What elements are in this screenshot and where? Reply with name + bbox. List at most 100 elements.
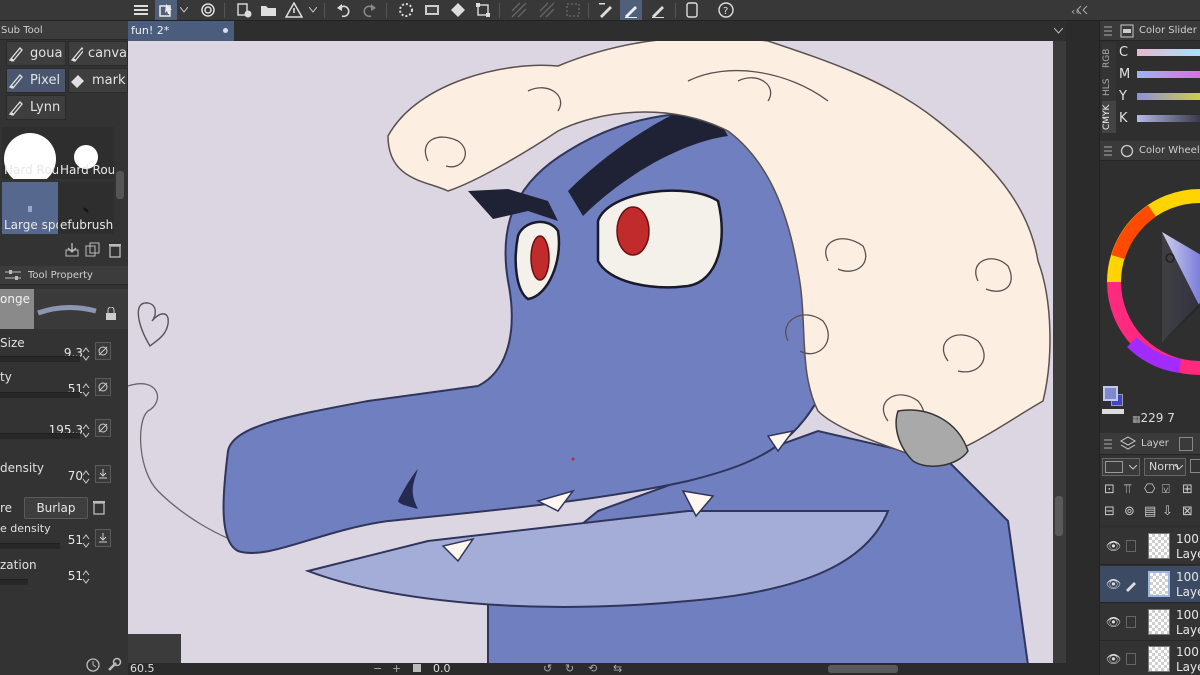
opacity-dynamics-icon[interactable] — [95, 378, 111, 396]
zoom-out-icon[interactable]: − — [373, 663, 382, 675]
prop-brush-density[interactable]: 195.3 — [0, 411, 128, 445]
merge-icon[interactable]: ⊠ — [1182, 504, 1193, 519]
prop-size[interactable]: Size 9.3 — [0, 334, 128, 368]
spinner-icon[interactable] — [395, 0, 417, 20]
brush-icon[interactable] — [620, 0, 642, 20]
chevron-down-icon[interactable] — [178, 0, 190, 20]
spin-icon[interactable] — [82, 533, 90, 549]
value-dynamics-icon[interactable] — [95, 419, 111, 437]
new-raster-layer-icon[interactable]: ⊟ — [1104, 504, 1115, 519]
slider-bar-k[interactable] — [1137, 115, 1200, 122]
spin-icon[interactable] — [82, 423, 90, 439]
layer-row[interactable]: 👁 100 Laye — [1100, 641, 1200, 675]
new-vector-layer-icon[interactable]: ⊚ — [1124, 504, 1135, 519]
subtool-lynn[interactable]: Lynn — [6, 95, 66, 120]
layer-row-selected[interactable]: 👁 100 Laye — [1100, 566, 1200, 603]
hamburger-icon[interactable] — [1104, 26, 1116, 36]
spin-icon[interactable] — [82, 469, 90, 485]
import-icon[interactable] — [64, 242, 80, 258]
slider-bar-m[interactable] — [1137, 71, 1200, 78]
rotate-left-icon[interactable]: ↺ — [543, 663, 552, 675]
wrench-clock-icon[interactable] — [85, 657, 101, 673]
chevron-down-icon[interactable] — [1054, 28, 1063, 34]
rotate-right-icon[interactable]: ↻ — [565, 663, 574, 675]
subtool-gouache[interactable]: goua — [6, 41, 66, 66]
transparent-swatch[interactable] — [1102, 409, 1124, 414]
transform-icon[interactable] — [472, 0, 494, 20]
warning-icon[interactable] — [283, 0, 305, 20]
color-wheel[interactable] — [1100, 162, 1200, 387]
spin-icon[interactable] — [82, 346, 90, 362]
value-slider[interactable] — [0, 433, 80, 439]
slider-m[interactable]: M — [1103, 65, 1200, 85]
eye-icon[interactable]: 👁 — [1106, 539, 1121, 553]
stop-icon[interactable] — [413, 664, 421, 672]
stabilization-slider[interactable] — [0, 579, 28, 585]
chevron-down-icon[interactable] — [307, 0, 319, 20]
duplicate-icon[interactable] — [85, 242, 101, 258]
fill-icon[interactable] — [421, 0, 443, 20]
phone-icon[interactable] — [681, 0, 703, 20]
wrench-icon[interactable] — [106, 657, 122, 673]
zoom-value[interactable]: 60.5 — [130, 663, 155, 675]
grid-icon[interactable] — [562, 0, 584, 20]
layer-color-dropdown[interactable] — [1102, 458, 1140, 476]
layer-row[interactable]: 👁 100 Laye — [1100, 528, 1200, 565]
layer-row[interactable]: 👁 100 Laye — [1100, 604, 1200, 641]
trash-icon[interactable] — [107, 242, 123, 258]
brush-preset-hard-round-large[interactable]: Hard Rou — [2, 127, 58, 179]
menu-icon[interactable] — [130, 0, 152, 20]
slider-k[interactable]: K — [1103, 109, 1200, 129]
open-folder-icon[interactable] — [258, 0, 280, 20]
pen-icon[interactable] — [595, 0, 617, 20]
brush-preset-efubrush[interactable]: efubrush — [58, 182, 114, 234]
subtool-pixel[interactable]: Pixel — [6, 68, 66, 93]
brush-preset-large-sponge[interactable]: Large spo — [2, 182, 58, 234]
angle-value[interactable]: 0.0 — [433, 663, 451, 675]
slider-bar-c[interactable] — [1137, 49, 1200, 56]
size-dynamics-icon[interactable] — [95, 342, 111, 360]
texture-density-download-icon[interactable] — [95, 529, 111, 547]
density-download-icon[interactable] — [95, 465, 111, 483]
canvas-area[interactable] — [128, 41, 1066, 665]
eye-icon[interactable]: 👁 — [1106, 577, 1121, 591]
prop-density[interactable]: density 70 — [0, 457, 128, 491]
hamburger-icon[interactable] — [1104, 146, 1116, 156]
opacity-box[interactable] — [1190, 459, 1200, 473]
hamburger-icon[interactable] — [1104, 439, 1116, 449]
prop-texture-density[interactable]: e density 51 — [0, 521, 128, 555]
prop-opacity[interactable]: ty 51 — [0, 370, 128, 404]
new-layer-icon[interactable] — [233, 0, 255, 20]
flip-icon[interactable]: ⇆ — [613, 663, 622, 675]
trash-icon[interactable] — [92, 499, 106, 515]
lock-icon[interactable] — [104, 307, 118, 321]
reset-rotation-icon[interactable]: ⟲ — [588, 663, 597, 675]
brush-preset-hard-round-small[interactable]: Hard Rou — [58, 127, 114, 179]
spin-icon[interactable] — [82, 569, 90, 585]
lasso-icon[interactable] — [197, 0, 219, 20]
lock-icon[interactable]: ⎔ — [1144, 482, 1155, 497]
prop-stabilization[interactable]: zation 51 — [0, 557, 128, 591]
select-layer-icon[interactable] — [155, 0, 177, 20]
slider-bar-y[interactable] — [1137, 93, 1200, 100]
alpha-lock-icon[interactable]: ⍌ — [1162, 482, 1170, 497]
texture-dropdown[interactable]: Burlap — [24, 497, 88, 519]
pencil-icon[interactable] — [647, 0, 669, 20]
help-icon[interactable]: ? — [715, 0, 737, 20]
eye-icon[interactable]: 👁 — [1106, 615, 1121, 629]
ruler-hatch-icon[interactable] — [536, 0, 558, 20]
reference-icon[interactable]: ⫪ — [1124, 482, 1131, 497]
slider-c[interactable]: C — [1103, 43, 1200, 63]
eye-icon[interactable]: 👁 — [1106, 652, 1121, 666]
bucket-icon[interactable] — [447, 0, 469, 20]
layer-checkbox[interactable] — [1126, 653, 1136, 665]
subtool-canvas[interactable]: canva — [68, 41, 128, 66]
undo-icon[interactable] — [333, 0, 355, 20]
new-folder-icon[interactable]: ▤ — [1144, 504, 1156, 519]
subtool-marker[interactable]: mark — [68, 68, 128, 93]
collapse-icon[interactable]: ‹‹ — [1071, 5, 1080, 18]
zoom-in-icon[interactable]: + — [392, 663, 401, 675]
layer-checkbox[interactable] — [1126, 540, 1136, 552]
layer-checkbox[interactable] — [1126, 616, 1136, 628]
redo-icon[interactable] — [358, 0, 380, 20]
